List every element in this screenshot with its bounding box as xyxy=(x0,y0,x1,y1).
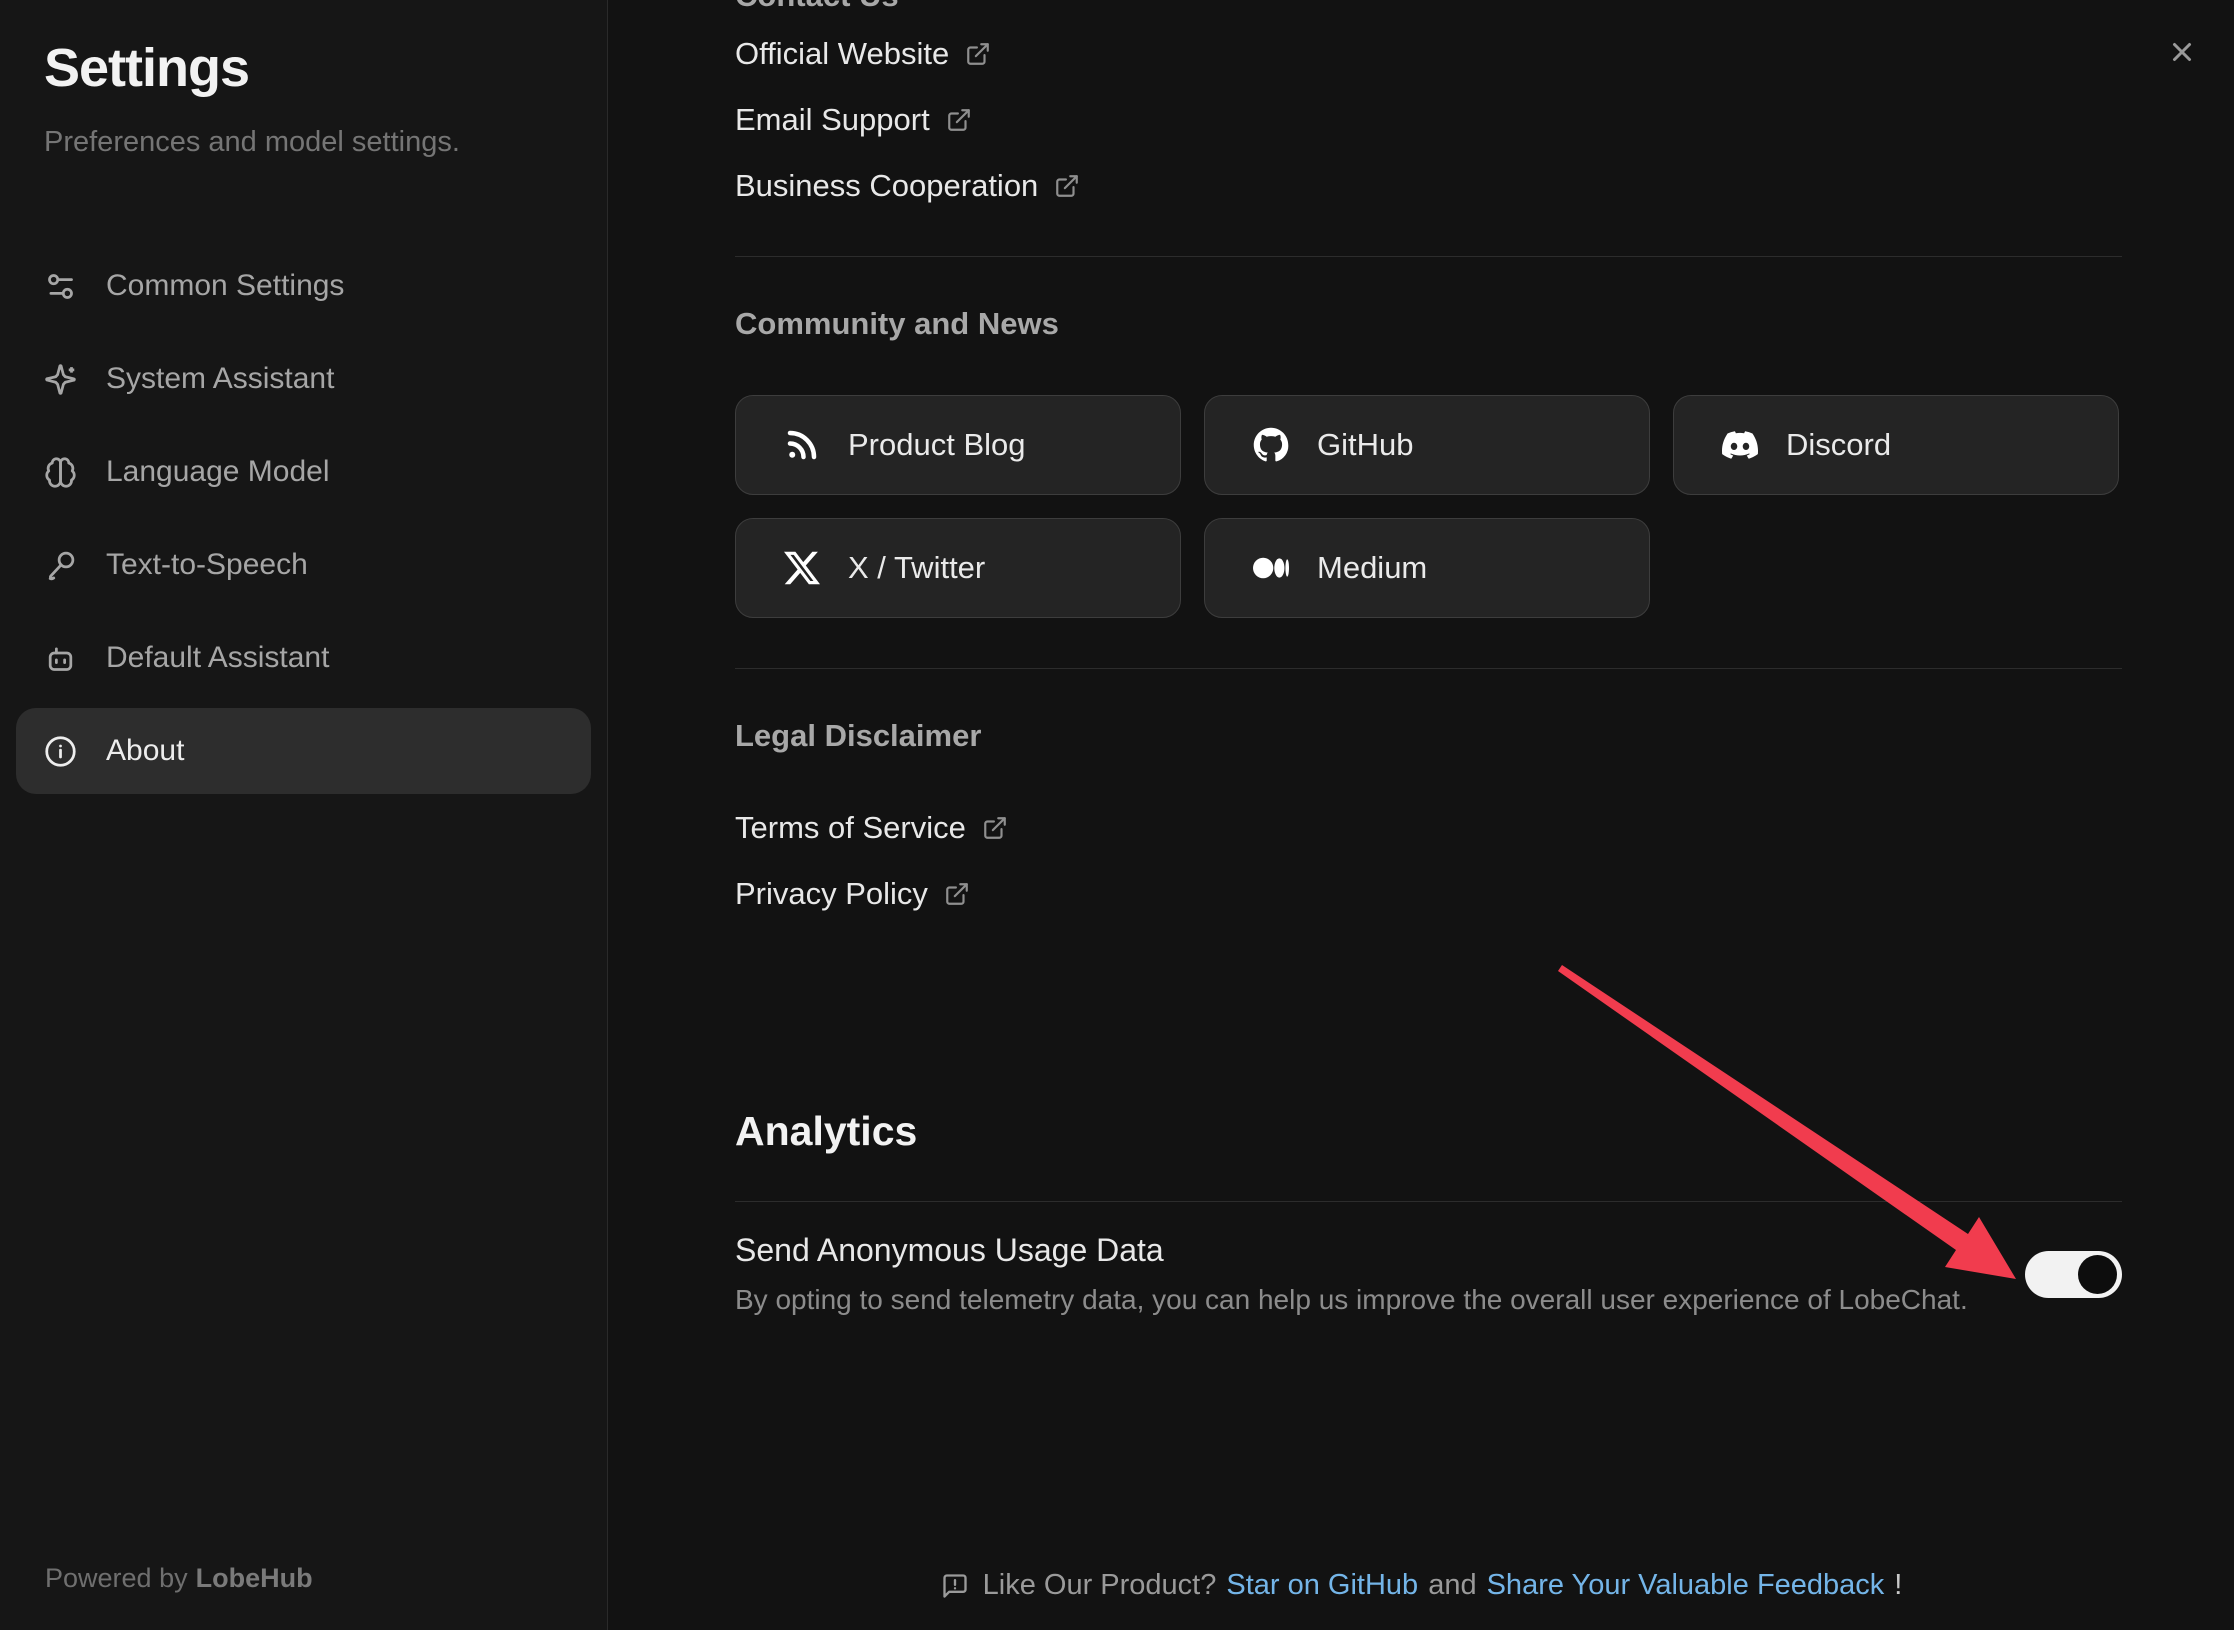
legal-section-title: Legal Disclaimer xyxy=(735,714,2122,758)
sidebar-item-about[interactable]: About xyxy=(16,708,591,794)
github-button[interactable]: GitHub xyxy=(1204,395,1650,495)
link-text: Email Support xyxy=(735,102,930,138)
button-label: GitHub xyxy=(1317,427,1413,463)
info-icon xyxy=(44,735,77,768)
x-twitter-icon xyxy=(784,550,820,586)
telemetry-toggle[interactable] xyxy=(2025,1251,2122,1298)
sidebar-item-system-assistant[interactable]: System Assistant xyxy=(16,336,591,422)
official-website-link[interactable]: Official Website xyxy=(735,21,2122,87)
button-label: Discord xyxy=(1786,427,1891,463)
brand-lobehub: LobeHub xyxy=(196,1563,313,1593)
page-title: Settings xyxy=(0,36,607,100)
link-text: Terms of Service xyxy=(735,810,966,846)
close-button[interactable] xyxy=(2160,30,2204,74)
email-support-link[interactable]: Email Support xyxy=(735,87,2122,153)
x-twitter-button[interactable]: X / Twitter xyxy=(735,518,1181,618)
contact-links: Official Website Email Support Business … xyxy=(735,21,2122,219)
link-text: Official Website xyxy=(735,36,949,72)
sidebar-item-text-to-speech[interactable]: Text-to-Speech xyxy=(16,522,591,608)
sidebar-item-label: Language Model xyxy=(106,455,330,489)
rss-icon xyxy=(784,427,820,463)
discord-button[interactable]: Discord xyxy=(1673,395,2119,495)
divider xyxy=(735,668,2122,669)
feedback-bubble-icon xyxy=(941,1572,969,1600)
share-feedback-link[interactable]: Share Your Valuable Feedback xyxy=(1487,1569,1885,1602)
medium-button[interactable]: Medium xyxy=(1204,518,1650,618)
star-on-github-link[interactable]: Star on GitHub xyxy=(1226,1569,1418,1602)
telemetry-setting-text: Send Anonymous Usage Data By opting to s… xyxy=(735,1226,1985,1322)
toggle-knob xyxy=(2078,1255,2117,1294)
legal-links: Terms of Service Privacy Policy xyxy=(735,795,2122,927)
sidebar: Settings Preferences and model settings.… xyxy=(0,0,608,1630)
sidebar-item-label: Text-to-Speech xyxy=(106,548,308,582)
sidebar-item-label: System Assistant xyxy=(106,362,334,396)
community-buttons: Product Blog GitHub Discord X / Twitter … xyxy=(735,395,2122,618)
settings-modal: Settings Preferences and model settings.… xyxy=(0,0,2234,1630)
footer-suffix: ! xyxy=(1894,1569,1902,1602)
sidebar-item-language-model[interactable]: Language Model xyxy=(16,429,591,515)
bot-icon xyxy=(44,642,77,675)
footer-conjunction: and xyxy=(1428,1569,1476,1602)
sidebar-item-common-settings[interactable]: Common Settings xyxy=(16,243,591,329)
sidebar-item-label: Common Settings xyxy=(106,269,344,303)
close-icon xyxy=(2167,37,2197,67)
page-subtitle: Preferences and model settings. xyxy=(0,126,607,159)
link-text: Privacy Policy xyxy=(735,876,928,912)
telemetry-setting-row: Send Anonymous Usage Data By opting to s… xyxy=(735,1226,2122,1322)
external-link-icon xyxy=(944,881,970,907)
brain-icon xyxy=(44,456,77,489)
mic-icon xyxy=(44,549,77,582)
sparkles-icon xyxy=(44,363,77,396)
discord-icon xyxy=(1722,427,1758,463)
external-link-icon xyxy=(982,815,1008,841)
external-link-icon xyxy=(1054,173,1080,199)
sidebar-item-default-assistant[interactable]: Default Assistant xyxy=(16,615,591,701)
divider xyxy=(735,1201,2122,1202)
button-label: Medium xyxy=(1317,550,1427,586)
divider xyxy=(735,256,2122,257)
github-icon xyxy=(1253,427,1289,463)
sidebar-item-label: About xyxy=(106,734,184,768)
medium-icon xyxy=(1253,550,1289,586)
privacy-policy-link[interactable]: Privacy Policy xyxy=(735,861,2122,927)
link-text: Business Cooperation xyxy=(735,168,1038,204)
external-link-icon xyxy=(946,107,972,133)
button-label: X / Twitter xyxy=(848,550,985,586)
sidebar-item-label: Default Assistant xyxy=(106,641,329,675)
powered-by-text: Powered by xyxy=(45,1563,188,1593)
community-section-title: Community and News xyxy=(735,302,2122,346)
external-link-icon xyxy=(965,41,991,67)
sliders-icon xyxy=(44,270,77,303)
sidebar-nav: Common Settings System Assistant Languag… xyxy=(0,243,607,794)
footer-prefix: Like Our Product? xyxy=(983,1569,1217,1602)
powered-by: Powered by LobeHub xyxy=(45,1563,313,1594)
business-cooperation-link[interactable]: Business Cooperation xyxy=(735,153,2122,219)
main-footer: Like Our Product? Star on GitHub and Sha… xyxy=(609,1569,2234,1602)
telemetry-setting-description: By opting to send telemetry data, you ca… xyxy=(735,1278,1985,1322)
button-label: Product Blog xyxy=(848,427,1026,463)
terms-of-service-link[interactable]: Terms of Service xyxy=(735,795,2122,861)
product-blog-button[interactable]: Product Blog xyxy=(735,395,1181,495)
about-panel: Contact Us Official Website Email Suppor… xyxy=(609,0,2234,1630)
telemetry-setting-label: Send Anonymous Usage Data xyxy=(735,1226,1985,1274)
analytics-section-title: Analytics xyxy=(735,1103,2122,1159)
